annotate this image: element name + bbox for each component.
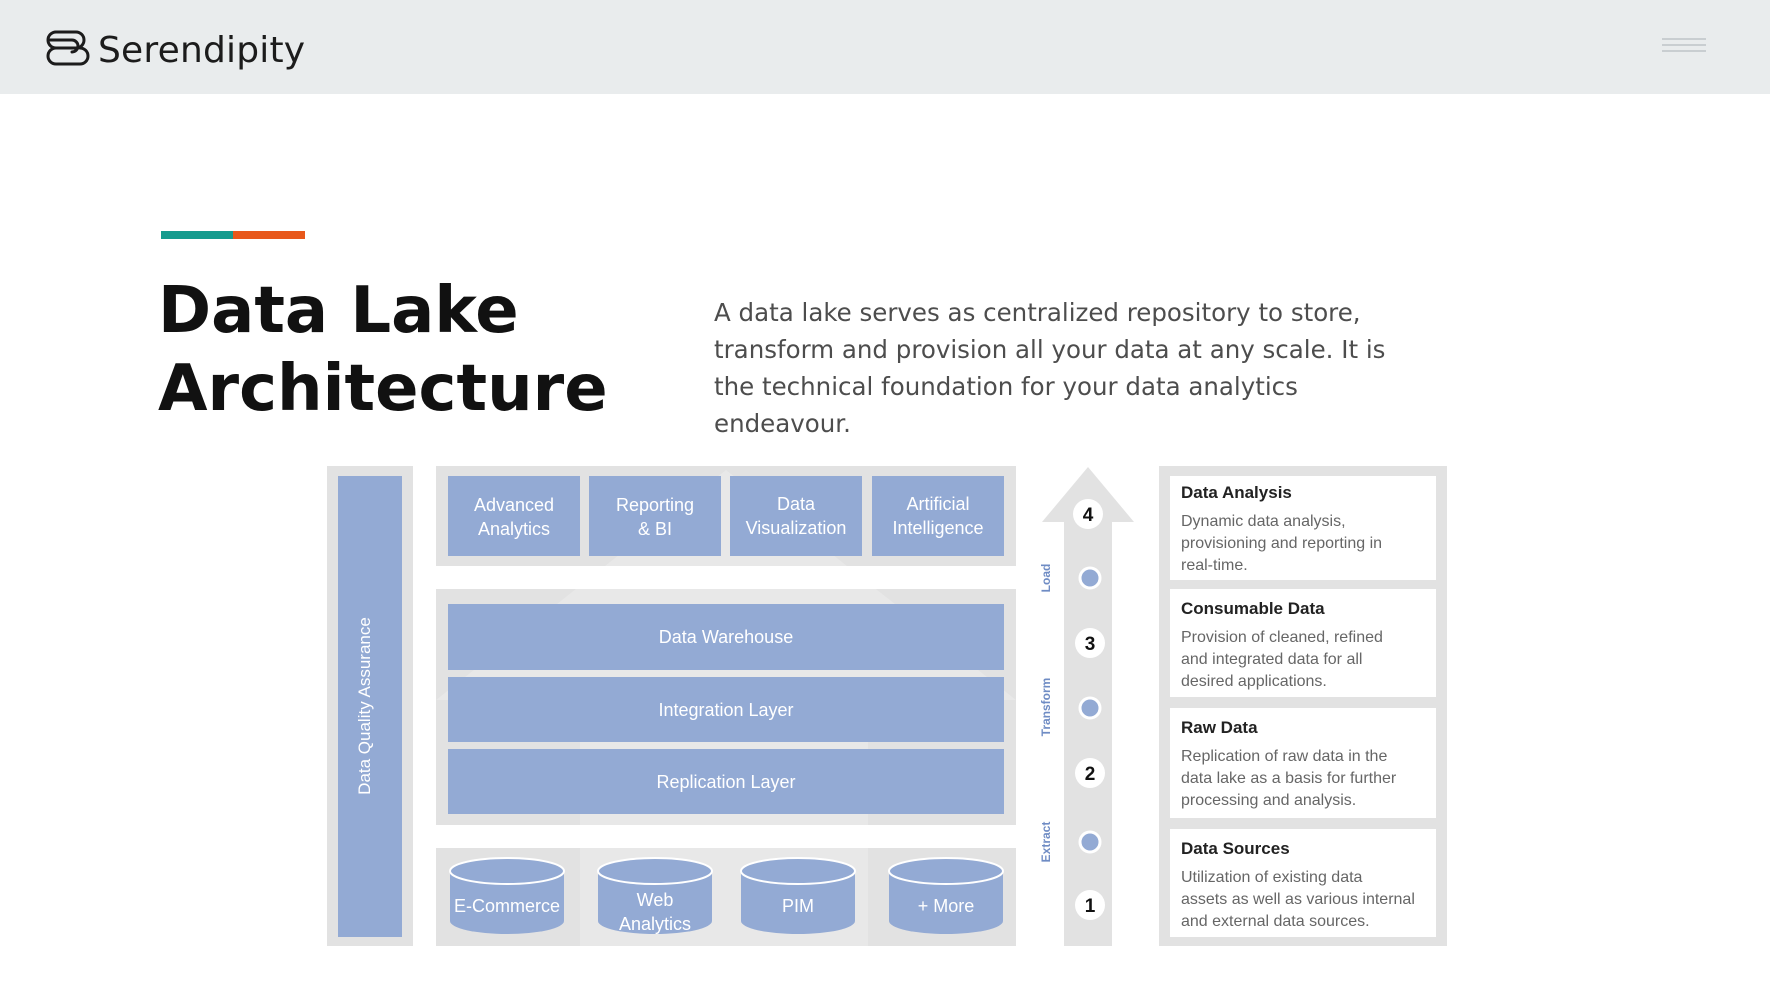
svg-text:Utilization of existing data: Utilization of existing data <box>1181 869 1363 886</box>
phase-label-extract: Extract <box>1039 822 1053 863</box>
legend-data-sources: Data Sources Utilization of existing dat… <box>1170 829 1436 937</box>
layer-data-warehouse: Data Warehouse <box>448 604 1004 670</box>
svg-text:provisioning and reporting in: provisioning and reporting in <box>1181 535 1382 552</box>
svg-text:Analytics: Analytics <box>478 519 550 539</box>
top-box-data-visualization: Data Visualization <box>730 476 862 556</box>
phase-label-load: Load <box>1039 564 1053 593</box>
legend-raw-data: Raw Data Replication of raw data in the … <box>1170 708 1436 818</box>
svg-text:2: 2 <box>1085 764 1096 785</box>
svg-text:Artificial: Artificial <box>906 494 969 514</box>
svg-text:Replication of raw data in the: Replication of raw data in the <box>1181 748 1387 765</box>
svg-text:assets as well as various inte: assets as well as various internal <box>1181 891 1415 908</box>
phase-label-transform: Transform <box>1039 678 1053 737</box>
source-cylinder-web-analytics: Web Analytics <box>597 857 713 934</box>
source-cylinder-pim: PIM <box>740 857 856 934</box>
step-badge-2: 2 <box>1075 758 1105 788</box>
svg-text:Provision of cleaned, refined: Provision of cleaned, refined <box>1181 629 1383 646</box>
step-dot <box>1078 696 1102 720</box>
svg-text:& BI: & BI <box>638 519 672 539</box>
data-quality-label: Data Quality Assurance <box>355 617 374 795</box>
legend-data-analysis: Data Analysis Dynamic data analysis, pro… <box>1170 476 1436 580</box>
svg-text:Reporting: Reporting <box>616 495 694 515</box>
svg-text:Replication Layer: Replication Layer <box>656 772 795 792</box>
data-lake-architecture-diagram: Data Quality Assurance Advanced Analytic… <box>0 0 1770 996</box>
layer-integration: Integration Layer <box>448 677 1004 742</box>
svg-text:Data Analysis: Data Analysis <box>1181 483 1292 502</box>
svg-text:3: 3 <box>1085 634 1096 655</box>
svg-text:data lake as a basis for furth: data lake as a basis for further <box>1181 770 1397 787</box>
svg-text:Integration Layer: Integration Layer <box>658 700 793 720</box>
step-dot <box>1078 566 1102 590</box>
svg-text:Consumable Data: Consumable Data <box>1181 599 1325 618</box>
step-badge-1: 1 <box>1075 890 1105 920</box>
svg-text:Raw Data: Raw Data <box>1181 718 1258 737</box>
source-cylinder-more: + More <box>888 857 1004 934</box>
legend-consumable-data: Consumable Data Provision of cleaned, re… <box>1170 589 1436 697</box>
svg-text:real-time.: real-time. <box>1181 557 1248 574</box>
top-box-reporting-bi: Reporting & BI <box>589 476 721 556</box>
source-cylinder-ecommerce: E-Commerce <box>449 857 565 934</box>
svg-text:Data: Data <box>777 494 816 514</box>
svg-text:processing and analysis.: processing and analysis. <box>1181 792 1356 809</box>
svg-text:+ More: + More <box>918 896 975 916</box>
step-badge-4: 4 <box>1073 499 1103 529</box>
svg-text:and integrated data for all: and integrated data for all <box>1181 651 1362 668</box>
step-badge-3: 3 <box>1075 628 1105 658</box>
top-box-advanced-analytics: Advanced Analytics <box>448 476 580 556</box>
svg-text:Dynamic data analysis,: Dynamic data analysis, <box>1181 513 1346 530</box>
svg-text:1: 1 <box>1085 896 1096 917</box>
svg-text:E-Commerce: E-Commerce <box>454 896 560 916</box>
svg-text:Analytics: Analytics <box>619 914 691 934</box>
svg-text:Web: Web <box>637 890 674 910</box>
svg-text:4: 4 <box>1083 505 1094 526</box>
step-dot <box>1078 830 1102 854</box>
svg-text:and external data sources.: and external data sources. <box>1181 913 1370 930</box>
svg-text:Advanced: Advanced <box>474 495 554 515</box>
layer-replication: Replication Layer <box>448 749 1004 814</box>
svg-text:Visualization: Visualization <box>746 518 847 538</box>
svg-text:Data Sources: Data Sources <box>1181 839 1290 858</box>
svg-text:desired applications.: desired applications. <box>1181 673 1327 690</box>
top-box-artificial-intelligence: Artificial Intelligence <box>872 476 1004 556</box>
svg-text:PIM: PIM <box>782 896 814 916</box>
svg-text:Intelligence: Intelligence <box>892 518 983 538</box>
svg-text:Data Warehouse: Data Warehouse <box>659 627 793 647</box>
